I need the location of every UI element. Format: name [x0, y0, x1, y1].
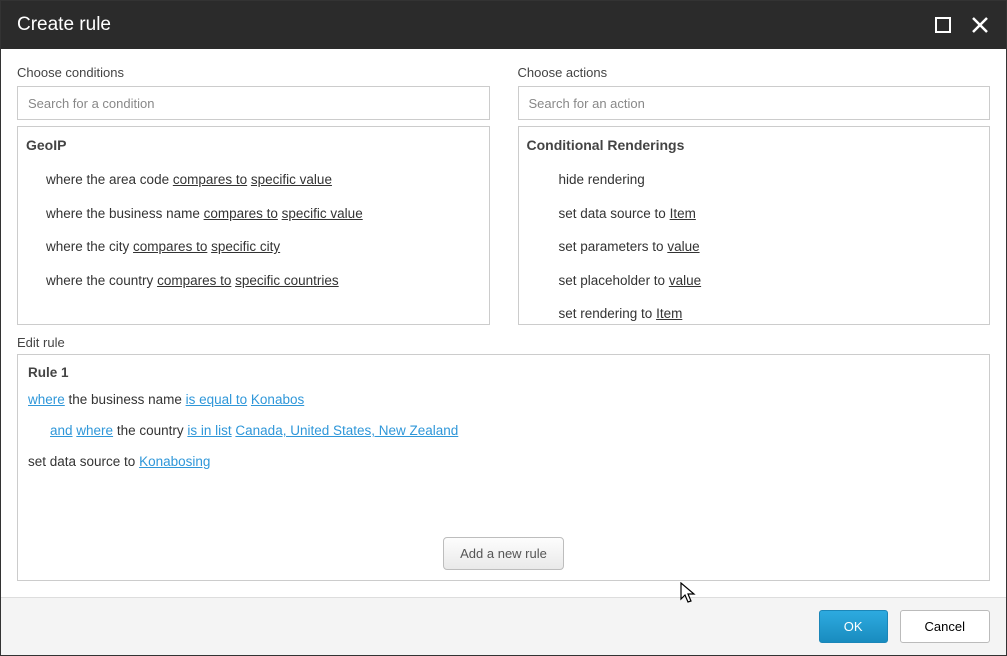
and-link[interactable]: and — [50, 423, 73, 438]
condition-value-link[interactable]: specific value — [282, 206, 363, 221]
where-link[interactable]: where — [28, 392, 65, 407]
dialog-header: Create rule — [1, 1, 1006, 49]
condition-item[interactable]: where the business name compares to spec… — [18, 197, 490, 231]
condition-operator-link[interactable]: compares to — [157, 273, 231, 288]
value-link[interactable]: Canada, United States, New Zealand — [235, 423, 458, 438]
rule-condition-line: and where the country is in list Canada,… — [50, 423, 979, 438]
conditions-list[interactable]: GeoIP where the area code compares to sp… — [17, 126, 490, 325]
create-rule-dialog: Create rule Choose conditions GeoIP wher… — [0, 0, 1007, 656]
actions-group-header: Conditional Renderings — [519, 127, 990, 163]
header-controls — [934, 15, 990, 35]
operator-link[interactable]: is equal to — [186, 392, 248, 407]
condition-operator-link[interactable]: compares to — [173, 172, 247, 187]
action-item[interactable]: set rendering to Item — [519, 297, 990, 325]
where-link[interactable]: where — [76, 423, 113, 438]
action-item[interactable]: set parameters to value — [519, 230, 990, 264]
condition-value-link[interactable]: specific city — [211, 239, 280, 254]
cancel-button[interactable]: Cancel — [900, 610, 990, 643]
condition-value-link[interactable]: specific countries — [235, 273, 339, 288]
ok-button[interactable]: OK — [819, 610, 888, 643]
dialog-title: Create rule — [17, 14, 111, 36]
edit-rule-label: Edit rule — [17, 335, 990, 350]
actions-label: Choose actions — [518, 65, 991, 80]
rule-condition-line: where the business name is equal to Kona… — [28, 392, 979, 407]
value-link[interactable]: Konabos — [251, 392, 304, 407]
action-value-link[interactable]: value — [669, 273, 701, 288]
columns: Choose conditions GeoIP where the area c… — [17, 65, 990, 325]
rule-name: Rule 1 — [28, 365, 979, 380]
rule-action-line: set data source to Konabosing — [28, 454, 979, 469]
action-value-link[interactable]: Item — [656, 306, 682, 321]
action-value-link[interactable]: Item — [670, 206, 696, 221]
dialog-footer: OK Cancel — [1, 597, 1006, 655]
condition-item[interactable]: where the city compares to specific city — [18, 230, 490, 264]
action-item[interactable]: hide rendering — [519, 163, 990, 197]
edit-rule-panel: Rule 1 where the business name is equal … — [17, 354, 990, 581]
action-item[interactable]: set placeholder to value — [519, 264, 990, 298]
conditions-search-input[interactable] — [17, 86, 490, 120]
conditions-group-header: GeoIP — [18, 127, 490, 163]
close-icon[interactable] — [970, 15, 990, 35]
condition-item[interactable]: where the country compares to specific c… — [18, 264, 490, 298]
actions-column: Choose actions Conditional Renderings hi… — [518, 65, 991, 325]
conditions-label: Choose conditions — [17, 65, 490, 80]
condition-operator-link[interactable]: compares to — [204, 206, 278, 221]
maximize-icon[interactable] — [934, 16, 952, 34]
actions-search-input[interactable] — [518, 86, 991, 120]
condition-value-link[interactable]: specific value — [251, 172, 332, 187]
condition-item[interactable]: where the area code compares to specific… — [18, 163, 490, 197]
dialog-body: Choose conditions GeoIP where the area c… — [1, 49, 1006, 597]
action-item[interactable]: set data source to Item — [519, 197, 990, 231]
actions-list[interactable]: Conditional Renderings hide rendering se… — [518, 126, 991, 325]
add-new-rule-button[interactable]: Add a new rule — [443, 537, 564, 570]
conditions-column: Choose conditions GeoIP where the area c… — [17, 65, 490, 325]
action-value-link[interactable]: value — [667, 239, 699, 254]
value-link[interactable]: Konabosing — [139, 454, 210, 469]
condition-operator-link[interactable]: compares to — [133, 239, 207, 254]
operator-link[interactable]: is in list — [187, 423, 231, 438]
